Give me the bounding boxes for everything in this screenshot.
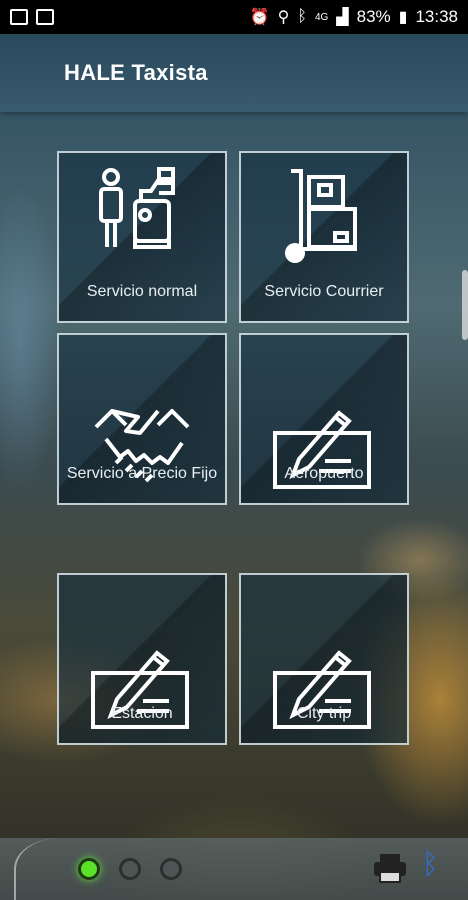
bluetooth-icon[interactable]: ᛒ [422,848,439,880]
printer-icon[interactable] [372,852,408,884]
sign-document-icon [91,650,189,729]
tile-aeropuerto[interactable]: Aeropuerto [239,333,409,505]
indicator-dot-2[interactable] [119,858,141,880]
indicator-dot-3[interactable] [160,858,182,880]
person-scanner-icon [99,167,175,249]
tile-city-trip[interactable]: City trip [239,573,409,745]
tile-precio-fijo[interactable]: Servicio a Precio Fijo [57,333,227,505]
tile-label: Servicio a Precio Fijo [66,465,218,482]
tile-label: City trip [296,705,352,722]
hand-truck-boxes-icon [285,169,357,263]
tile-estacion[interactable]: Estacion [57,573,227,745]
sign-document-icon [273,410,371,489]
service-grid: Servicio normal Servicio Courrier Servic… [0,0,468,900]
tile-label: Aeropuerto [284,465,364,482]
handshake-icon [94,409,190,483]
tile-label: Estacion [111,705,173,722]
sign-document-icon [273,650,371,729]
tile-label: Servicio Courrier [264,283,384,300]
tile-label: Servicio normal [86,283,198,300]
scrollbar[interactable] [462,270,468,340]
tile-servicio-normal[interactable]: Servicio normal [57,151,227,323]
indicator-dot-1[interactable] [78,858,100,880]
tile-servicio-courrier[interactable]: Servicio Courrier [239,151,409,323]
